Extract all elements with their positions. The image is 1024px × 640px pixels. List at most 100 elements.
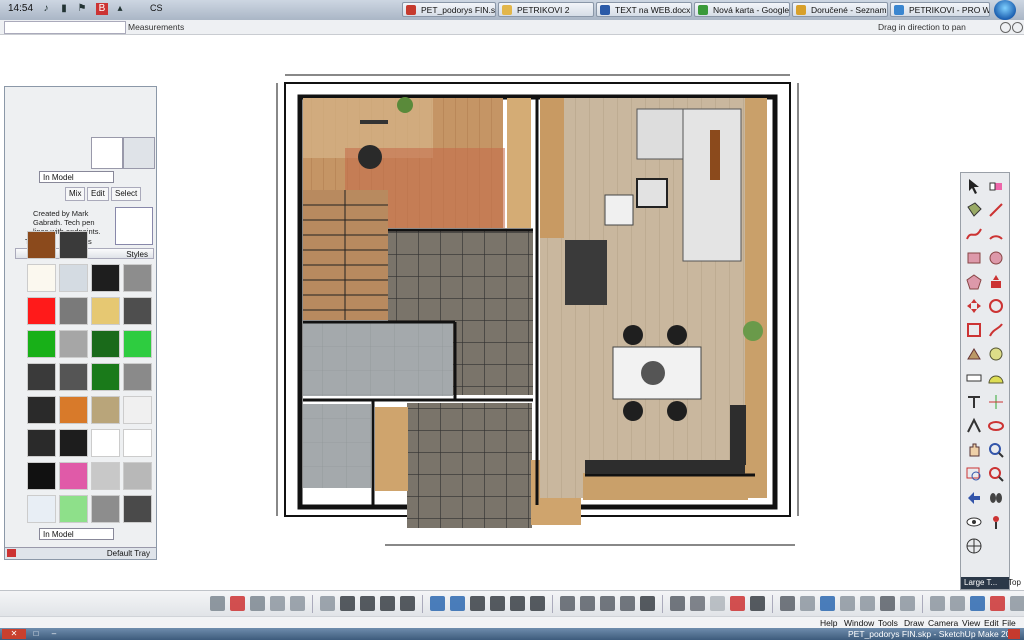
material-swatch[interactable] <box>59 231 88 259</box>
position-camera-icon[interactable] <box>987 513 1005 531</box>
tab-edit[interactable]: Edit <box>87 187 109 201</box>
eraser-icon[interactable] <box>987 177 1005 195</box>
material-swatch[interactable] <box>27 231 56 259</box>
orbit-icon[interactable] <box>670 596 685 611</box>
help-icon[interactable] <box>1012 22 1023 33</box>
offset-icon[interactable] <box>880 596 895 611</box>
material-swatch[interactable] <box>59 264 88 292</box>
wireframe-icon[interactable] <box>430 596 445 611</box>
start-button[interactable] <box>994 0 1016 20</box>
share-icon[interactable] <box>270 596 285 611</box>
material-swatch[interactable] <box>123 462 152 490</box>
select-icon[interactable] <box>820 596 835 611</box>
3d-text-icon[interactable] <box>965 417 983 435</box>
network-icon[interactable]: ▮ <box>58 3 70 15</box>
material-swatch[interactable] <box>123 330 152 358</box>
style-thumbnail[interactable] <box>91 137 123 169</box>
paint-icon[interactable] <box>780 596 795 611</box>
tab-mix[interactable]: Mix <box>65 187 86 201</box>
extension-icon[interactable] <box>250 596 265 611</box>
material-swatch[interactable] <box>27 330 56 358</box>
materials-icon[interactable] <box>750 596 765 611</box>
material-swatch[interactable] <box>27 297 56 325</box>
task-button-chrome-3[interactable]: PETRIKOVI - PRO WE... <box>890 2 990 17</box>
material-swatch[interactable] <box>59 495 88 523</box>
shadow-icon[interactable] <box>340 596 355 611</box>
follow-me-icon[interactable] <box>965 345 983 363</box>
monochrome-icon[interactable] <box>510 596 525 611</box>
warehouse-icon[interactable] <box>230 596 245 611</box>
freehand-icon[interactable] <box>965 225 983 243</box>
line-icon[interactable] <box>987 201 1005 219</box>
save-icon[interactable] <box>970 596 985 611</box>
left-view-icon[interactable] <box>640 596 655 611</box>
material-swatch[interactable] <box>123 396 152 424</box>
select-icon[interactable] <box>965 177 983 195</box>
task-button-word[interactable]: TEXT na WEB.docx - ... <box>596 2 692 17</box>
show-hidden-icon[interactable]: ▴ <box>114 3 126 15</box>
pan-icon[interactable] <box>965 441 983 459</box>
fog-icon[interactable] <box>360 596 375 611</box>
model-info-icon[interactable] <box>320 596 335 611</box>
circle-icon[interactable] <box>987 249 1005 267</box>
material-swatch[interactable] <box>27 462 56 490</box>
material-swatch[interactable] <box>91 330 120 358</box>
menu-view[interactable]: View <box>962 618 980 628</box>
scale-icon[interactable] <box>965 321 983 339</box>
textured-icon[interactable] <box>490 596 505 611</box>
style-thumbnail-2[interactable] <box>123 137 155 169</box>
walk-icon[interactable] <box>987 489 1005 507</box>
layer-icon[interactable] <box>210 596 225 611</box>
material-swatch[interactable] <box>91 429 120 457</box>
front-view-icon[interactable] <box>580 596 595 611</box>
look-around-icon[interactable] <box>965 513 983 531</box>
iso-icon[interactable] <box>530 596 545 611</box>
scale-icon[interactable] <box>840 596 855 611</box>
back-edges-icon[interactable] <box>400 596 415 611</box>
material-swatch[interactable] <box>59 297 88 325</box>
pan-icon[interactable] <box>690 596 705 611</box>
model-viewport[interactable] <box>155 35 960 590</box>
hidden-line-icon[interactable] <box>450 596 465 611</box>
material-swatch[interactable] <box>59 330 88 358</box>
material-swatch[interactable] <box>27 495 56 523</box>
move-icon[interactable] <box>900 596 915 611</box>
task-button-folder[interactable]: PETRIKOVI 2 <box>498 2 594 17</box>
zoom-icon[interactable] <box>987 441 1005 459</box>
menu-help[interactable]: Help <box>820 618 837 628</box>
app-tray-icon[interactable]: B <box>96 3 108 15</box>
language-indicator[interactable]: CS <box>150 3 163 13</box>
shaded-icon[interactable] <box>470 596 485 611</box>
protractor-icon[interactable] <box>987 369 1005 387</box>
material-swatch[interactable] <box>59 396 88 424</box>
polygon-icon[interactable] <box>965 273 983 291</box>
tab-select[interactable]: Select <box>111 187 142 201</box>
section-fill-icon[interactable] <box>290 596 305 611</box>
push-pull-icon[interactable] <box>930 596 945 611</box>
maximize-window-button[interactable]: □ <box>28 629 44 639</box>
zoom-window-icon[interactable] <box>965 465 983 483</box>
back-view-icon[interactable] <box>620 596 635 611</box>
material-swatch[interactable] <box>123 429 152 457</box>
material-swatch[interactable] <box>59 462 88 490</box>
orbit-icon[interactable] <box>987 417 1005 435</box>
material-swatch[interactable] <box>91 462 120 490</box>
material-swatch[interactable] <box>123 495 152 523</box>
material-swatch[interactable] <box>123 297 152 325</box>
zoom-extents-icon[interactable] <box>987 465 1005 483</box>
material-swatch[interactable] <box>27 396 56 424</box>
material-swatch[interactable] <box>27 429 56 457</box>
material-swatch[interactable] <box>27 264 56 292</box>
material-swatch[interactable] <box>91 396 120 424</box>
previous-icon[interactable] <box>965 489 983 507</box>
minimize-window-button[interactable]: – <box>46 629 62 639</box>
paint-bucket-icon[interactable] <box>965 201 983 219</box>
tape-measure-icon[interactable] <box>987 345 1005 363</box>
material-swatch[interactable] <box>123 363 152 391</box>
dimension-icon[interactable] <box>965 369 983 387</box>
task-button-chrome-1[interactable]: Nová karta - Google ... <box>694 2 790 17</box>
measurements-field[interactable] <box>4 21 126 34</box>
menu-camera[interactable]: Camera <box>928 618 958 628</box>
axes-icon[interactable] <box>987 393 1005 411</box>
arc-icon[interactable] <box>987 225 1005 243</box>
